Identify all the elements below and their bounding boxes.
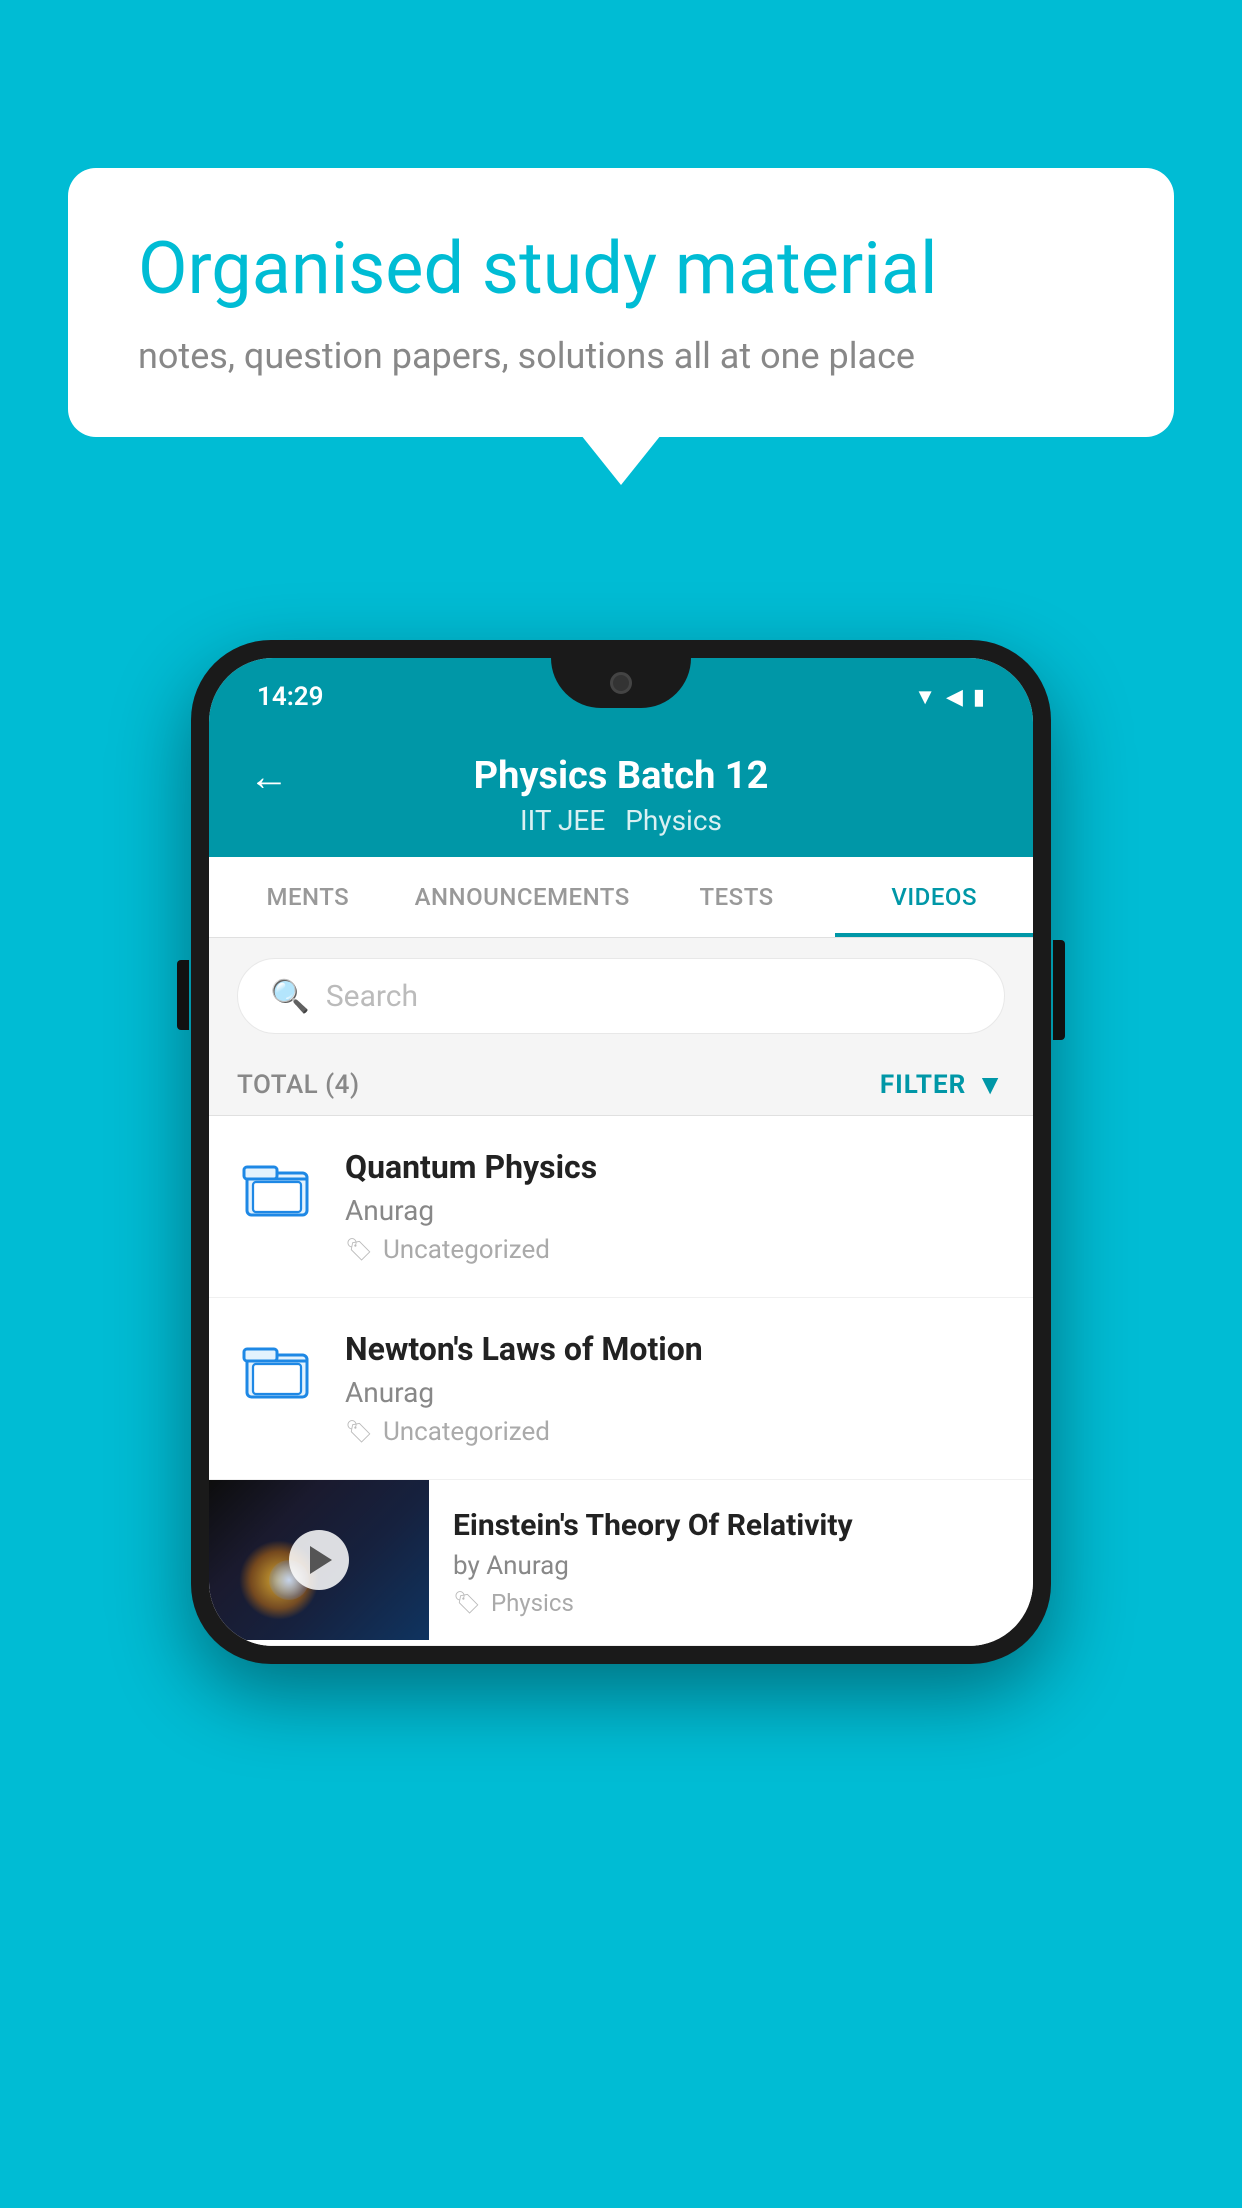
tab-ments[interactable]: MENTS bbox=[209, 857, 407, 937]
tag-label: Uncategorized bbox=[383, 1417, 550, 1447]
item-title: Einstein's Theory Of Relativity bbox=[453, 1508, 1005, 1543]
app-bar-title: Physics Batch 12 bbox=[249, 754, 993, 798]
filter-icon: ▼ bbox=[976, 1068, 1005, 1101]
tag-icon: 🏷 bbox=[453, 1591, 481, 1616]
item-author: Anurag bbox=[345, 1194, 1005, 1227]
item-author: by Anurag bbox=[453, 1551, 1005, 1581]
speech-bubble-heading: Organised study material bbox=[138, 228, 1104, 311]
app-bar-row: ← Physics Batch 12 bbox=[249, 754, 993, 798]
phone-outer: 14:29 ▼ ◀ ▮ ← Physics Batch 12 IIT JEE bbox=[191, 640, 1051, 1664]
folder-icon bbox=[241, 1334, 313, 1406]
item-content: Quantum Physics Anurag 🏷 Uncategorized bbox=[345, 1148, 1005, 1265]
app-bar: ← Physics Batch 12 IIT JEE Physics bbox=[209, 730, 1033, 857]
status-time: 14:29 bbox=[257, 682, 324, 712]
list-item[interactable]: Quantum Physics Anurag 🏷 Uncategorized bbox=[209, 1116, 1033, 1298]
item-icon bbox=[237, 1330, 317, 1410]
search-bar[interactable]: 🔍 Search bbox=[237, 958, 1005, 1034]
filter-button[interactable]: FILTER ▼ bbox=[880, 1068, 1005, 1101]
item-title: Newton's Laws of Motion bbox=[345, 1330, 1005, 1368]
speech-bubble: Organised study material notes, question… bbox=[68, 168, 1174, 437]
item-tag: 🏷 Physics bbox=[453, 1589, 1005, 1617]
speech-bubble-container: Organised study material notes, question… bbox=[68, 168, 1174, 437]
signal-icon: ◀ bbox=[946, 685, 963, 710]
search-placeholder: Search bbox=[326, 979, 418, 1014]
app-bar-subtitle: IIT JEE Physics bbox=[520, 804, 722, 837]
filter-label: FILTER bbox=[880, 1070, 966, 1100]
notch bbox=[551, 658, 691, 708]
list-item-thumbnail[interactable]: Einstein's Theory Of Relativity by Anura… bbox=[209, 1480, 1033, 1646]
play-triangle bbox=[310, 1546, 332, 1574]
item-content: Newton's Laws of Motion Anurag 🏷 Uncateg… bbox=[345, 1330, 1005, 1447]
tab-announcements[interactable]: ANNOUNCEMENTS bbox=[407, 857, 638, 937]
subtitle-iit: IIT JEE bbox=[520, 804, 605, 837]
status-icons: ▼ ◀ ▮ bbox=[914, 684, 985, 710]
tag-icon: 🏷 bbox=[345, 1420, 373, 1445]
camera-dot bbox=[610, 672, 632, 694]
search-icon: 🔍 bbox=[270, 977, 310, 1015]
tag-label: Uncategorized bbox=[383, 1235, 550, 1265]
item-content: Einstein's Theory Of Relativity by Anura… bbox=[429, 1480, 1033, 1645]
filter-row: TOTAL (4) FILTER ▼ bbox=[209, 1054, 1033, 1116]
tab-tests[interactable]: TESTS bbox=[638, 857, 836, 937]
item-title: Quantum Physics bbox=[345, 1148, 1005, 1186]
play-button[interactable] bbox=[289, 1530, 349, 1590]
content-list: Quantum Physics Anurag 🏷 Uncategorized bbox=[209, 1116, 1033, 1646]
tag-icon: 🏷 bbox=[345, 1238, 373, 1263]
folder-icon bbox=[241, 1152, 313, 1224]
tab-videos[interactable]: VIDEOS bbox=[835, 857, 1033, 937]
status-bar: 14:29 ▼ ◀ ▮ bbox=[209, 658, 1033, 730]
search-container: 🔍 Search bbox=[209, 938, 1033, 1054]
tag-label: Physics bbox=[491, 1589, 574, 1617]
item-icon bbox=[237, 1148, 317, 1228]
wifi-icon: ▼ bbox=[914, 684, 936, 710]
battery-icon: ▮ bbox=[973, 685, 985, 710]
subtitle-physics: Physics bbox=[625, 804, 722, 837]
total-label: TOTAL (4) bbox=[237, 1070, 360, 1100]
list-item[interactable]: Newton's Laws of Motion Anurag 🏷 Uncateg… bbox=[209, 1298, 1033, 1480]
item-author: Anurag bbox=[345, 1376, 1005, 1409]
video-thumbnail bbox=[209, 1480, 429, 1640]
phone-inner: 14:29 ▼ ◀ ▮ ← Physics Batch 12 IIT JEE bbox=[209, 658, 1033, 1646]
item-tag: 🏷 Uncategorized bbox=[345, 1235, 1005, 1265]
tabs-bar: MENTS ANNOUNCEMENTS TESTS VIDEOS bbox=[209, 857, 1033, 938]
speech-bubble-subtext: notes, question papers, solutions all at… bbox=[138, 335, 1104, 377]
phone-mockup: 14:29 ▼ ◀ ▮ ← Physics Batch 12 IIT JEE bbox=[191, 640, 1051, 1664]
back-button[interactable]: ← bbox=[249, 753, 289, 800]
item-tag: 🏷 Uncategorized bbox=[345, 1417, 1005, 1447]
